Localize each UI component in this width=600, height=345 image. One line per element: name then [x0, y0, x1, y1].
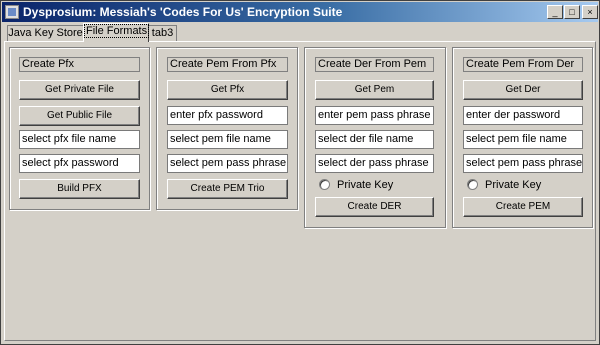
pfx-file-name-field[interactable]: select pfx file name [19, 130, 140, 149]
tab-java-key-store[interactable]: Java Key Store [7, 25, 84, 41]
get-pfx-button[interactable]: Get Pfx [167, 80, 288, 100]
create-pem-trio-button[interactable]: Create PEM Trio [167, 179, 288, 199]
build-pfx-button[interactable]: Build PFX [19, 179, 140, 199]
title-bar[interactable]: Dysprosium: Messiah's 'Codes For Us' Enc… [2, 2, 598, 22]
private-key-radio[interactable]: Private Key [319, 178, 409, 192]
tab-label: File Formats [84, 24, 150, 38]
tab-tab3[interactable]: tab3 [148, 25, 177, 41]
pem-file-name-field[interactable]: select pem file name [167, 130, 288, 149]
pem-file-name-field[interactable]: select pem file name [463, 130, 583, 149]
get-public-file-button[interactable]: Get Public File [19, 106, 140, 126]
group-title: Create Der From Pem [315, 57, 434, 72]
get-der-button[interactable]: Get Der [463, 80, 583, 100]
get-pem-button[interactable]: Get Pem [315, 80, 434, 100]
private-key-label: Private Key [337, 179, 394, 191]
create-pem-from-der-group: Create Pem From Der Get Der enter der pa… [452, 47, 593, 228]
create-der-button[interactable]: Create DER [315, 197, 434, 217]
der-pass-phrase-field[interactable]: select der pass phrase [315, 154, 434, 173]
tab-label: tab3 [151, 27, 174, 39]
private-key-label: Private Key [485, 179, 542, 191]
close-button[interactable]: × [582, 5, 598, 19]
pfx-password-field[interactable]: enter pfx password [167, 106, 288, 125]
private-key-radio[interactable]: Private Key [467, 178, 557, 192]
pem-pass-phrase-field[interactable]: enter pem pass phrase [315, 106, 434, 125]
create-pem-button[interactable]: Create PEM [463, 197, 583, 217]
create-der-from-pem-group: Create Der From Pem Get Pem enter pem pa… [304, 47, 446, 228]
tab-label: Java Key Store [8, 27, 83, 39]
tab-file-formats[interactable]: File Formats [83, 23, 150, 42]
window-title: Dysprosium: Messiah's 'Codes For Us' Enc… [23, 5, 343, 19]
group-title: Create Pfx [19, 57, 140, 72]
group-title: Create Pem From Pfx [167, 57, 288, 72]
der-file-name-field[interactable]: select der file name [315, 130, 434, 149]
pfx-password-field[interactable]: select pfx password [19, 154, 140, 173]
create-pfx-group: Create Pfx Get Private File Get Public F… [9, 47, 150, 210]
create-pem-from-pfx-group: Create Pem From Pfx Get Pfx enter pfx pa… [156, 47, 298, 210]
pem-pass-phrase-field[interactable]: select pem pass phrase [167, 154, 288, 173]
minimize-button[interactable]: _ [547, 5, 563, 19]
der-password-field[interactable]: enter der password [463, 106, 583, 125]
pem-pass-phrase-field[interactable]: select pem pass phrase [463, 154, 583, 173]
file-formats-panel: Create Pfx Get Private File Get Public F… [4, 41, 596, 341]
app-icon [5, 5, 19, 19]
radio-circle[interactable] [319, 179, 330, 190]
app-window: Dysprosium: Messiah's 'Codes For Us' Enc… [0, 0, 600, 345]
get-private-file-button[interactable]: Get Private File [19, 80, 140, 100]
group-title: Create Pem From Der [463, 57, 583, 72]
radio-circle[interactable] [467, 179, 478, 190]
maximize-button[interactable]: □ [564, 5, 580, 19]
